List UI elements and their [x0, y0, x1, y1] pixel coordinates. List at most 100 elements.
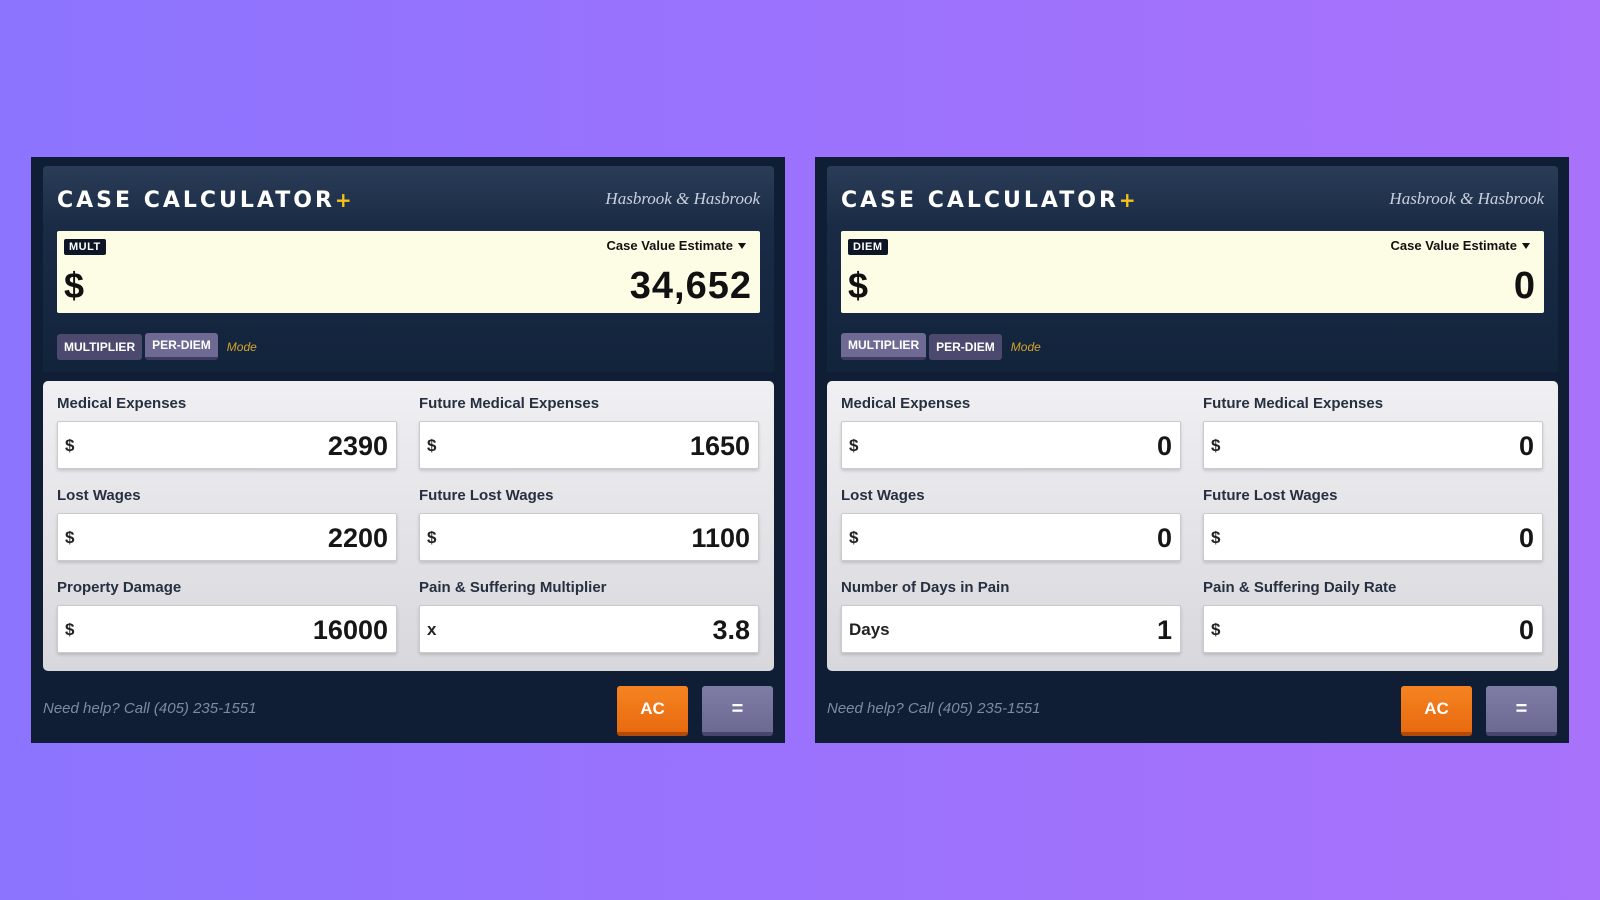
days-in-pain-input[interactable]: Days 1	[841, 605, 1181, 653]
currency-prefix: $	[427, 528, 437, 547]
display-currency: $	[848, 265, 869, 306]
field-value: 0	[1518, 431, 1534, 461]
plus-icon: +	[1118, 188, 1136, 212]
multiplier-mode-button[interactable]: MULTIPLIER	[841, 333, 927, 360]
lost-wages-field: Lost Wages $ 2200	[57, 487, 397, 561]
plus-icon: +	[334, 188, 352, 212]
field-value: 0	[1518, 615, 1534, 645]
field-label: Medical Expenses	[57, 395, 187, 412]
field-label: Property Damage	[57, 579, 182, 596]
future-lost-wages-field: Future Lost Wages $ 1100	[419, 487, 759, 561]
days-prefix: Days	[849, 620, 890, 639]
field-label: Pain & Suffering Multiplier	[419, 579, 607, 596]
estimate-type-label: Case Value Estimate	[606, 238, 733, 253]
multiplier-mode-button[interactable]: MULTIPLIER	[57, 333, 143, 360]
equals-button[interactable]: =	[702, 686, 773, 736]
currency-prefix: $	[849, 528, 859, 547]
currency-prefix: $	[65, 620, 75, 639]
case-value-total: 34,652	[629, 265, 752, 307]
display-currency: $	[64, 265, 85, 306]
field-value: 1	[1156, 615, 1172, 645]
all-clear-button[interactable]: AC	[1401, 686, 1472, 736]
medical-expenses-field: Medical Expenses $ 0	[841, 395, 1181, 469]
currency-prefix: $	[1211, 436, 1221, 455]
field-label: Lost Wages	[841, 487, 925, 504]
estimate-type-dropdown[interactable]: Case Value Estimate	[1391, 238, 1530, 253]
medical-expenses-input[interactable]: $ 0	[841, 421, 1181, 469]
field-label: Pain & Suffering Daily Rate	[1203, 579, 1397, 596]
firm-name: Hasbrook & Hasbrook	[1389, 189, 1544, 208]
medical-expenses-input[interactable]: $ 2390	[57, 421, 397, 469]
lost-wages-input[interactable]: $ 2200	[57, 513, 397, 561]
lost-wages-field: Lost Wages $ 0	[841, 487, 1181, 561]
mode-switch: MULTIPLIER PER-DIEM Mode	[841, 333, 1041, 360]
all-clear-button[interactable]: AC	[617, 686, 688, 736]
lost-wages-input[interactable]: $ 0	[841, 513, 1181, 561]
mode-label: Mode	[226, 339, 257, 354]
input-fields-panel: Medical Expenses $ 0 Future Medical Expe…	[827, 381, 1558, 671]
result-display: MULT Case Value Estimate $ 34,652	[57, 231, 760, 313]
field-value: 2200	[327, 523, 388, 553]
mode-badge: MULT	[64, 239, 106, 255]
field-label: Future Lost Wages	[419, 487, 554, 504]
future-lost-wages-input[interactable]: $ 1100	[419, 513, 759, 561]
currency-prefix: $	[1211, 528, 1221, 547]
field-value: 0	[1518, 523, 1534, 553]
help-text: Need help? Call (405) 235-1551	[827, 700, 1041, 717]
currency-prefix: $	[65, 528, 75, 547]
field-value: 16000	[312, 615, 388, 645]
currency-prefix: $	[427, 436, 437, 455]
per-diem-mode-button[interactable]: PER-DIEM	[929, 333, 1002, 360]
calculator-header: Case Calculator+ Hasbrook & Hasbrook DIE…	[827, 166, 1558, 372]
estimate-type-label: Case Value Estimate	[1390, 238, 1517, 253]
field-value: 3.8	[712, 615, 750, 645]
field-value: 1650	[689, 431, 750, 461]
future-medical-expenses-field: Future Medical Expenses $ 0	[1203, 395, 1543, 469]
estimate-type-dropdown[interactable]: Case Value Estimate	[607, 238, 746, 253]
future-medical-expenses-input[interactable]: $ 0	[1203, 421, 1543, 469]
per-diem-mode-button[interactable]: PER-DIEM	[145, 333, 218, 360]
mode-label: Mode	[1010, 339, 1041, 354]
field-value: 0	[1156, 523, 1172, 553]
field-label: Lost Wages	[57, 487, 141, 504]
future-lost-wages-field: Future Lost Wages $ 0	[1203, 487, 1543, 561]
case-calculator-per-diem: Case Calculator+ Hasbrook & Hasbrook DIE…	[815, 157, 1569, 743]
field-value: 0	[1156, 431, 1172, 461]
field-label: Future Lost Wages	[1203, 487, 1338, 504]
firm-name: Hasbrook & Hasbrook	[605, 189, 760, 208]
result-display: DIEM Case Value Estimate $ 0	[841, 231, 1544, 313]
currency-prefix: $	[65, 436, 75, 455]
future-medical-expenses-input[interactable]: $ 1650	[419, 421, 759, 469]
calculator-header: Case Calculator+ Hasbrook & Hasbrook MUL…	[43, 166, 774, 372]
days-in-pain-field: Number of Days in Pain Days 1	[841, 579, 1181, 653]
chevron-down-icon	[1522, 242, 1530, 249]
field-label: Number of Days in Pain	[841, 579, 1010, 596]
chevron-down-icon	[738, 242, 746, 249]
case-calculator-multiplier: Case Calculator+ Hasbrook & Hasbrook MUL…	[31, 157, 785, 743]
input-fields-panel: Medical Expenses $ 2390 Future Medical E…	[43, 381, 774, 671]
field-label: Future Medical Expenses	[1203, 395, 1384, 412]
pain-suffering-multiplier-field: Pain & Suffering Multiplier x 3.8	[419, 579, 759, 653]
pain-suffering-daily-rate-input[interactable]: $ 0	[1203, 605, 1543, 653]
property-damage-input[interactable]: $ 16000	[57, 605, 397, 653]
help-text: Need help? Call (405) 235-1551	[43, 700, 257, 717]
multiplier-prefix: x	[427, 620, 437, 639]
case-value-total: 0	[1513, 265, 1536, 307]
field-label: Future Medical Expenses	[419, 395, 600, 412]
field-value: 1100	[691, 523, 750, 553]
mode-badge: DIEM	[848, 239, 888, 255]
field-value: 2390	[327, 431, 388, 461]
pain-suffering-multiplier-input[interactable]: x 3.8	[419, 605, 759, 653]
currency-prefix: $	[849, 436, 859, 455]
mode-switch: MULTIPLIER PER-DIEM Mode	[57, 333, 257, 360]
field-label: Medical Expenses	[841, 395, 971, 412]
equals-button[interactable]: =	[1486, 686, 1557, 736]
pain-suffering-daily-rate-field: Pain & Suffering Daily Rate $ 0	[1203, 579, 1543, 653]
property-damage-field: Property Damage $ 16000	[57, 579, 397, 653]
future-lost-wages-input[interactable]: $ 0	[1203, 513, 1543, 561]
app-title: Case Calculator+	[841, 188, 1136, 213]
app-title: Case Calculator+	[57, 188, 352, 213]
currency-prefix: $	[1211, 620, 1221, 639]
medical-expenses-field: Medical Expenses $ 2390	[57, 395, 397, 469]
future-medical-expenses-field: Future Medical Expenses $ 1650	[419, 395, 759, 469]
